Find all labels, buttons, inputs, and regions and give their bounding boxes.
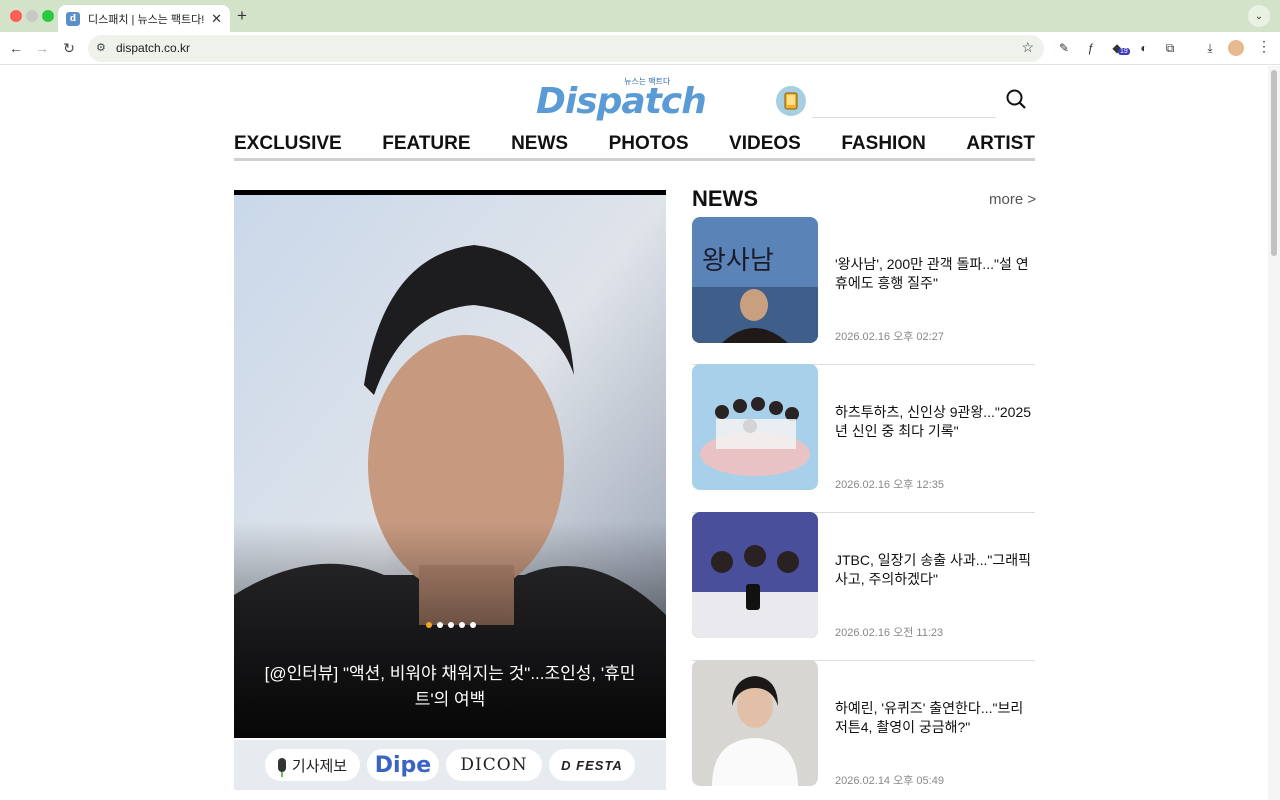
nav-news[interactable]: NEWS: [511, 134, 568, 158]
phone-icon[interactable]: [776, 86, 806, 116]
dfesta-button[interactable]: D FESTA: [549, 749, 635, 781]
news-title[interactable]: 하예린, '유퀴즈' 출연한다..."브리저튼4, 촬영이 궁금해?": [835, 699, 1035, 737]
new-tab-icon[interactable]: +: [237, 6, 247, 26]
reload-icon[interactable]: ↻: [59, 38, 79, 58]
news-thumbnail: [692, 512, 818, 638]
news-thumbnail: 왕사남: [692, 217, 818, 343]
profile-avatar[interactable]: [1228, 40, 1244, 56]
nav-artist[interactable]: ARTIST: [966, 134, 1035, 158]
back-arrow-icon[interactable]: ←: [6, 38, 26, 58]
dicon-logo: DICON: [460, 755, 528, 775]
browser-menu-icon[interactable]: ⋮: [1257, 38, 1271, 55]
news-item[interactable]: 하츠투하츠, 신인상 9관왕..."2025년 신인 중 최다 기록" 2026…: [692, 364, 1035, 513]
quicklinks-bar: 기사제보 Dipe DICON D FESTA: [234, 740, 666, 790]
nav-exclusive[interactable]: EXCLUSIVE: [234, 134, 342, 158]
microphone-icon: [277, 758, 286, 777]
headline-title[interactable]: [@인터뷰] "액션, 비워야 채워지는 것"...조인성, '휴민트'의 여백: [254, 661, 646, 713]
dicon-button[interactable]: DICON: [446, 749, 542, 781]
main-navigation: EXCLUSIVE FEATURE NEWS PHOTOS VIDEOS FAS…: [234, 134, 1035, 161]
news-item[interactable]: 왕사남 '왕사남', 200만 관객 돌파..."설 연휴에도 흥행 질주" 2…: [692, 217, 1035, 365]
news-title[interactable]: JTBC, 일장기 송출 사과..."그래픽 사고, 주의하겠다": [835, 551, 1035, 589]
nav-videos[interactable]: VIDEOS: [729, 134, 801, 158]
site-info-icon[interactable]: ⚙: [96, 41, 106, 54]
close-window-button[interactable]: [10, 10, 22, 22]
download-icon[interactable]: ⤓: [1202, 40, 1218, 56]
dispatch-favicon-icon: d: [66, 11, 80, 26]
news-item[interactable]: JTBC, 일장기 송출 사과..."그래픽 사고, 주의하겠다" 2026.0…: [692, 512, 1035, 661]
nav-photos[interactable]: PHOTOS: [609, 134, 689, 158]
search-icon[interactable]: [1006, 89, 1026, 109]
news-list: 왕사남 '왕사남', 200만 관객 돌파..."설 연휴에도 흥행 질주" 2…: [692, 217, 1035, 800]
scrollbar-thumb[interactable]: [1271, 70, 1277, 256]
browser-tab-bar: d 디스패치 | 뉴스는 팩트다! ✕ + ⌄: [0, 0, 1280, 32]
news-date: 2026.02.14 오후 05:49: [835, 775, 944, 787]
dipe-button[interactable]: Dipe: [367, 749, 439, 781]
minimize-window-button[interactable]: [26, 10, 38, 22]
extension-badge-icon[interactable]: ◆ 19: [1109, 40, 1130, 56]
headline-photo: [234, 195, 666, 738]
news-title[interactable]: 하츠투하츠, 신인상 9관왕..."2025년 신인 중 최다 기록": [835, 403, 1035, 441]
news-thumbnail: [692, 364, 818, 490]
dfesta-logo: D FESTA: [561, 757, 623, 773]
news-date: 2026.02.16 오후 02:27: [835, 331, 944, 343]
news-report-button[interactable]: 기사제보: [265, 749, 360, 781]
address-bar[interactable]: ⚙ dispatch.co.kr ☆: [88, 35, 1044, 62]
svg-text:왕사남: 왕사남: [702, 246, 774, 276]
news-more-link[interactable]: more >: [989, 191, 1036, 208]
news-date: 2026.02.16 오전 11:23: [835, 627, 944, 639]
extension-badge-count: 19: [1118, 48, 1130, 55]
news-section-title: NEWS: [692, 186, 758, 211]
news-title[interactable]: '왕사남', 200만 관객 돌파..."설 연휴에도 흥행 질주": [835, 255, 1035, 293]
slide-dot[interactable]: [426, 622, 432, 628]
dispatch-logo[interactable]: Dispatch 뉴스는 팩트다: [536, 76, 707, 122]
bookmark-star-icon[interactable]: ☆: [1021, 39, 1034, 56]
url-text[interactable]: dispatch.co.kr: [116, 41, 190, 55]
shape-extension-icon[interactable]: ◐: [1136, 40, 1152, 56]
close-tab-icon[interactable]: ✕: [211, 11, 222, 27]
headline-slide[interactable]: [@인터뷰] "액션, 비워야 채워지는 것"...조인성, '휴민트'의 여백: [234, 190, 666, 738]
slide-dot[interactable]: [448, 622, 454, 628]
browser-tab[interactable]: d 디스패치 | 뉴스는 팩트다! ✕: [58, 5, 230, 32]
slide-indicator: [426, 622, 476, 628]
forward-arrow-icon[interactable]: →: [32, 38, 52, 58]
eyedropper-extension-icon[interactable]: ✎: [1056, 40, 1072, 56]
page-scrollbar[interactable]: [1268, 66, 1280, 800]
page-viewport: Dispatch 뉴스는 팩트다 EXCLUSIVE FEATURE NEWS …: [0, 66, 1280, 800]
tab-title: 디스패치 | 뉴스는 팩트다!: [88, 13, 205, 26]
tab-search-chevron-icon[interactable]: ⌄: [1248, 5, 1270, 27]
logo-text: Dispatch: [536, 81, 707, 122]
nav-fashion[interactable]: FASHION: [841, 134, 925, 158]
news-item[interactable]: 하예린, '유퀴즈' 출연한다..."브리저튼4, 촬영이 궁금해?" 2026…: [692, 660, 1035, 800]
slide-dot[interactable]: [470, 622, 476, 628]
news-report-label: 기사제보: [291, 757, 348, 775]
slide-dot[interactable]: [459, 622, 465, 628]
dipe-logo: Dipe: [374, 752, 432, 778]
slide-dot[interactable]: [437, 622, 443, 628]
nav-feature[interactable]: FEATURE: [382, 134, 470, 158]
font-extension-icon[interactable]: ƒ: [1083, 40, 1099, 56]
search-input[interactable]: [812, 86, 996, 118]
logo-tagline: 뉴스는 팩트다: [624, 77, 671, 86]
news-thumbnail: [692, 660, 818, 786]
maximize-window-button[interactable]: [42, 10, 54, 22]
news-date: 2026.02.16 오후 12:35: [835, 479, 944, 491]
browser-toolbar: ← → ↻ ⚙ dispatch.co.kr ☆ ✎ ƒ ◆ 19 ◐ ⧉ ⤓: [0, 32, 1280, 65]
extensions-puzzle-icon[interactable]: ⧉: [1162, 40, 1178, 56]
